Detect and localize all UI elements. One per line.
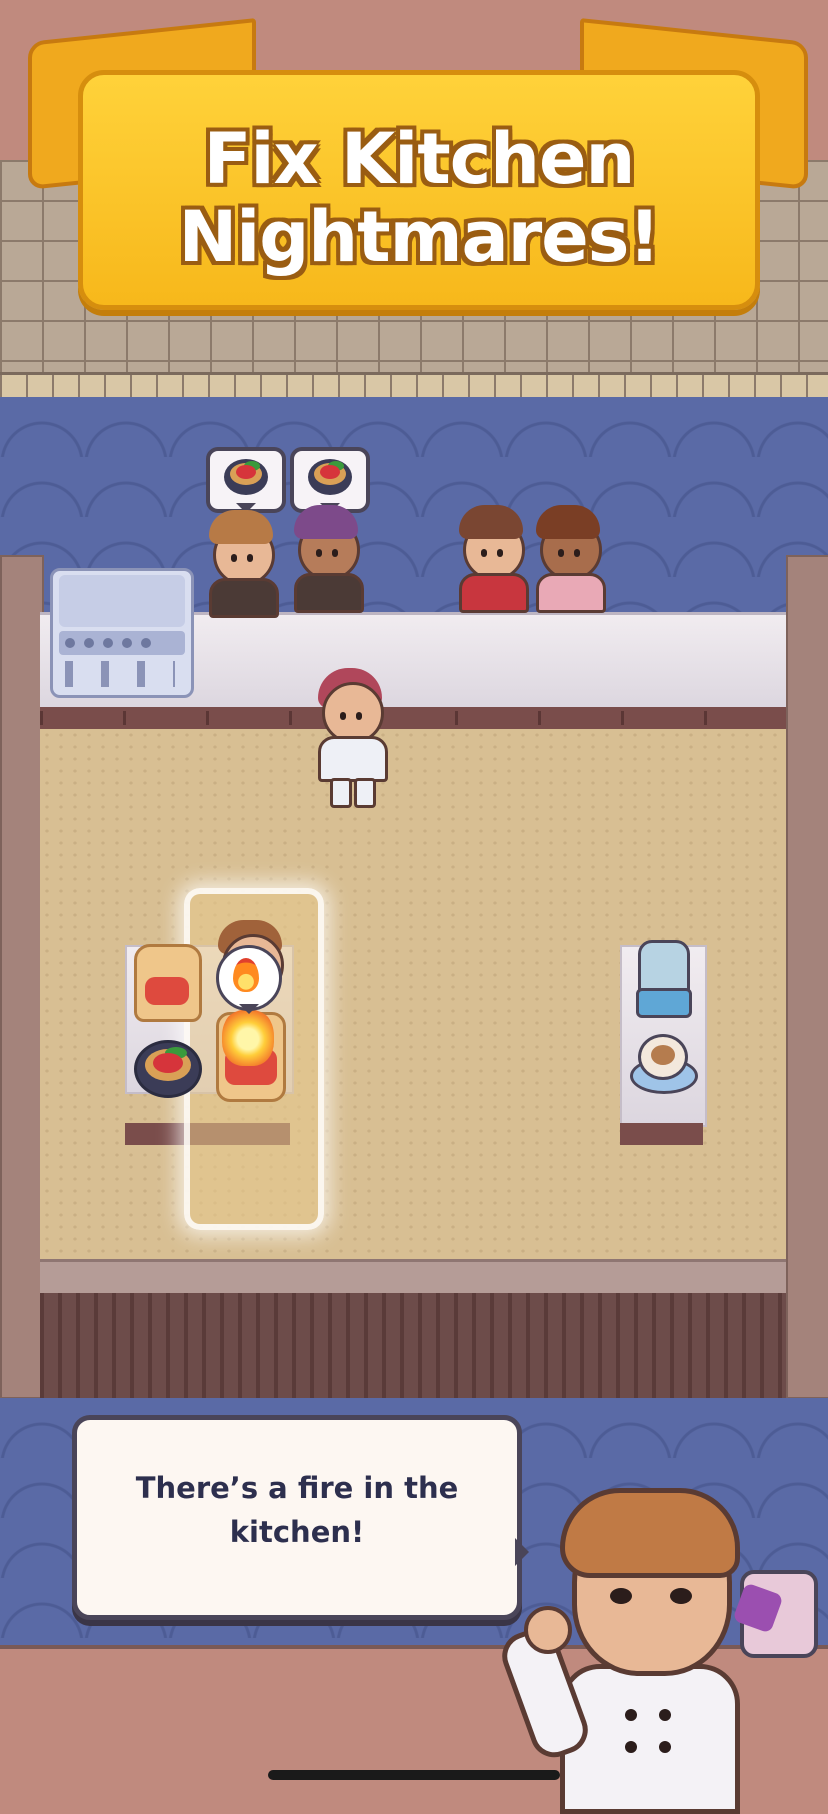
eye (481, 549, 487, 557)
dialogue-box[interactable]: There’s a fire in the kitchen! (72, 1415, 529, 1620)
bruschetta-plate[interactable] (134, 1040, 202, 1098)
customer[interactable] (455, 505, 529, 615)
banner-title: Fix Kitchen Nightmares! (78, 120, 760, 276)
stove[interactable] (50, 568, 194, 698)
serving-counter-front (40, 707, 786, 729)
customer[interactable] (290, 505, 364, 615)
stove-control-panel (59, 631, 185, 655)
home-indicator[interactable] (268, 1770, 560, 1780)
order-bubble (206, 447, 286, 513)
chef-leg (330, 778, 352, 808)
eye (497, 549, 503, 557)
coffee-machine-base (636, 988, 692, 1018)
host-chef-hand (524, 1606, 572, 1654)
order-bubble (290, 447, 370, 513)
jacket-button (659, 1741, 671, 1753)
chef-head (322, 682, 384, 744)
chef-uniform (318, 736, 388, 782)
jacket-button (625, 1741, 637, 1753)
jacket-button (659, 1709, 671, 1721)
eye (340, 712, 346, 720)
customer-hair (294, 505, 358, 539)
customer[interactable] (532, 505, 606, 615)
jacket-button (625, 1709, 637, 1721)
stove-legs (65, 661, 175, 687)
eye (558, 549, 564, 557)
eye (670, 1588, 692, 1604)
customer-hair (536, 505, 600, 539)
dialogue-text: There’s a fire in the kitchen! (135, 1471, 459, 1549)
banner-title-line1: Fix Kitchen (203, 118, 636, 200)
eye (316, 549, 322, 557)
customer-hair (209, 510, 273, 544)
fire-alert-bubble (216, 945, 282, 1014)
banner-title-line2: Nightmares! (178, 196, 661, 278)
chef-leg (354, 778, 376, 808)
right-wall (786, 555, 828, 1399)
dish-icon (224, 459, 268, 495)
cup (638, 1034, 688, 1080)
stove-top (59, 575, 185, 627)
eye (247, 554, 253, 562)
eye (231, 554, 237, 562)
customer-torso (459, 573, 529, 613)
dish-icon (308, 459, 352, 495)
back-counter-slats (40, 1293, 786, 1398)
brick-trim (0, 372, 828, 400)
eye (356, 712, 362, 720)
prep-counter-right-front (620, 1123, 703, 1145)
host-chef (495, 1488, 770, 1814)
eye (332, 549, 338, 557)
coffee-machine[interactable] (636, 940, 692, 1018)
player-chef[interactable] (314, 668, 388, 808)
bruschetta-bread[interactable] (134, 944, 202, 1022)
fire-icon (233, 958, 259, 992)
eye (574, 549, 580, 557)
host-chef-hair (560, 1488, 740, 1578)
left-wall (0, 555, 44, 1399)
customer-hair (459, 505, 523, 539)
customer-torso (536, 573, 606, 613)
customer-torso (209, 578, 279, 618)
back-counter (40, 1259, 786, 1296)
customer-torso (294, 573, 364, 613)
host-chef-jacket (560, 1664, 740, 1814)
customer[interactable] (205, 510, 279, 618)
eye (610, 1588, 632, 1604)
coffee-cup[interactable] (630, 1034, 698, 1094)
